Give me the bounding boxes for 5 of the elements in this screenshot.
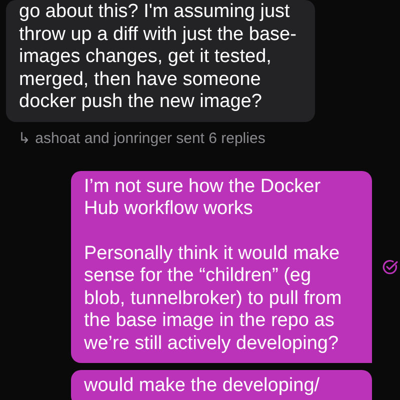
- thread-replies-link[interactable]: ↳ ashoat and jonringer sent 6 replies: [18, 128, 266, 148]
- message-text: go about this? I'm assuming just throw up a diff with just the base-images changes, get it tested, merged, then have someone docker push the new image?: [19, 1, 298, 114]
- message-text: Personally think it would make sense for the “children” (eg blob, tunnelbroker) to pull from the base image in the repo as we’re still actively developing?: [84, 242, 343, 355]
- message-text: would make the developing/: [84, 375, 321, 398]
- message-text: I’m not sure how the Docker Hub workflow works: [84, 176, 322, 220]
